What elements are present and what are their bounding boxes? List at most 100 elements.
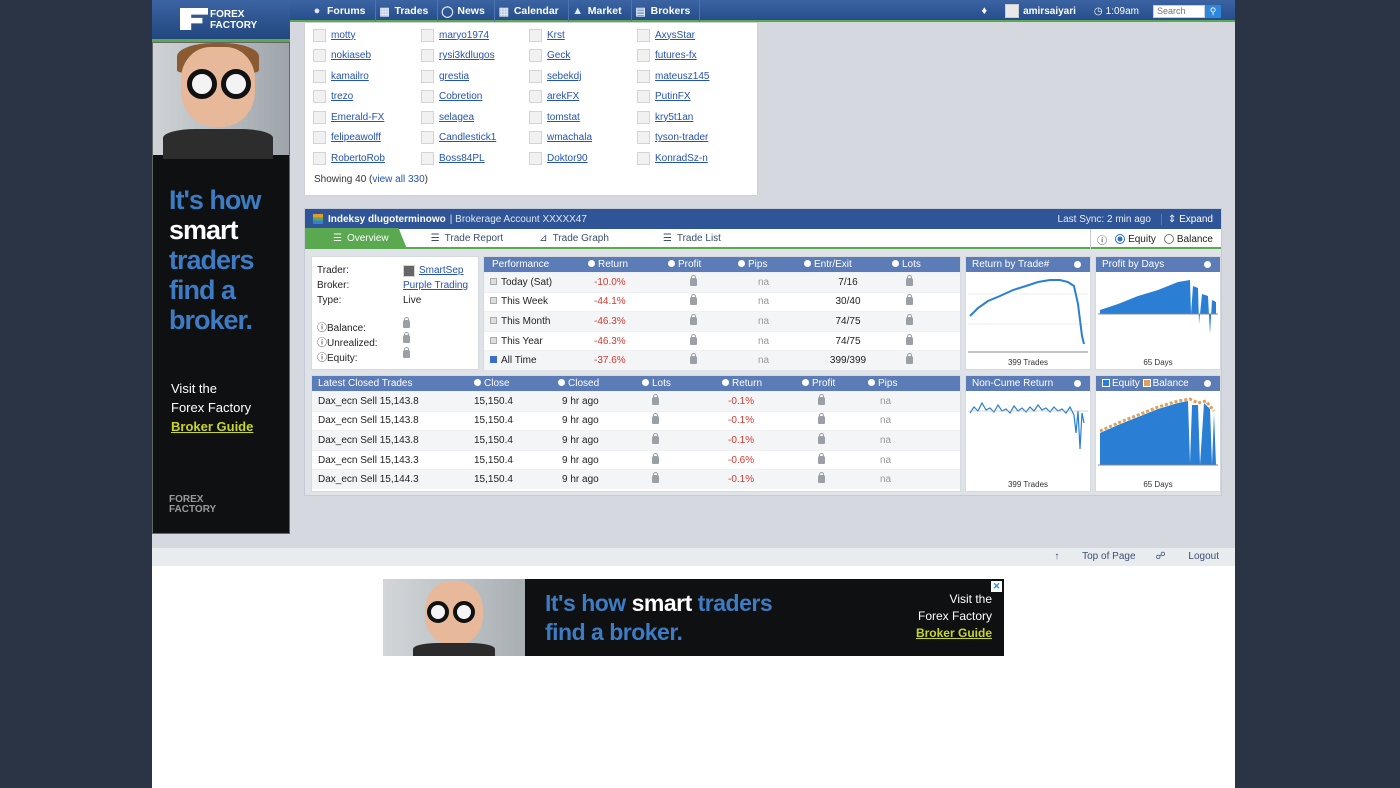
member-item[interactable]: felipeawolff	[313, 130, 421, 147]
member-link[interactable]: RobertoRob	[331, 153, 385, 164]
top-of-page-link[interactable]: ↑ Top of Page	[1054, 551, 1135, 562]
info-icon[interactable]: ⓘ	[317, 338, 327, 349]
member-link[interactable]: wmachala	[547, 132, 592, 143]
member-item[interactable]: selagea	[421, 109, 529, 126]
member-link[interactable]: tomstat	[547, 112, 580, 123]
info-icon[interactable]: ⓘ	[317, 323, 327, 334]
account-name[interactable]: Indeksy dlugoterminowo	[328, 214, 446, 225]
member-link[interactable]: maryo1974	[439, 30, 489, 41]
member-item[interactable]: wmachala	[529, 130, 637, 147]
side-ad[interactable]: It's how smart traders find a broker. Vi…	[152, 42, 290, 534]
info-icon[interactable]	[1204, 380, 1211, 387]
member-item[interactable]: Krst	[529, 27, 637, 44]
member-link[interactable]: nokiaseb	[331, 50, 371, 61]
trader-link[interactable]: SmartSep	[419, 265, 463, 277]
member-item[interactable]: Doktor90	[529, 150, 637, 167]
member-link[interactable]: Boss84PL	[439, 153, 485, 164]
view-all-link[interactable]: view all 330	[372, 174, 424, 185]
tab-trade-list[interactable]: ☰ Trade List	[663, 233, 721, 244]
member-item[interactable]: Candlestick1	[421, 130, 529, 147]
member-link[interactable]: KonradSz-n	[655, 153, 708, 164]
member-item[interactable]: kry5t1an	[637, 109, 745, 126]
return-by-trade-chart[interactable]: Return by Trade# 399 Trades	[965, 256, 1091, 370]
equity-balance-chart[interactable]: Equity Balance 65 Days	[1095, 375, 1221, 492]
checkbox[interactable]	[490, 297, 497, 305]
member-link[interactable]: PutinFX	[655, 91, 691, 102]
member-link[interactable]: Candlestick1	[439, 132, 496, 143]
member-item[interactable]: arekFX	[529, 89, 637, 106]
info-icon[interactable]	[1074, 380, 1081, 387]
member-link[interactable]: grestia	[439, 71, 469, 82]
member-link[interactable]: felipeawolff	[331, 132, 381, 143]
expand-button[interactable]: ⇕ Expand	[1160, 213, 1213, 225]
nav-forums[interactable]: ● Forums	[308, 0, 376, 22]
member-link[interactable]: trezo	[331, 91, 353, 102]
nav-brokers[interactable]: ▤ Brokers	[632, 0, 701, 22]
profit-by-days-chart[interactable]: Profit by Days 65 Days	[1095, 256, 1221, 370]
bell-icon[interactable]: ♦	[981, 5, 987, 17]
broker-guide-link[interactable]: Broker Guide	[916, 625, 992, 642]
member-link[interactable]: motty	[331, 30, 355, 41]
member-item[interactable]: motty	[313, 27, 421, 44]
member-item[interactable]: futures-fx	[637, 48, 745, 65]
member-link[interactable]: arekFX	[547, 91, 579, 102]
member-item[interactable]: tomstat	[529, 109, 637, 126]
member-link[interactable]: Geck	[547, 50, 570, 61]
member-item[interactable]: PutinFX	[637, 89, 745, 106]
member-item[interactable]: Emerald-FX	[313, 109, 421, 126]
nav-trades[interactable]: ▦ Trades	[376, 0, 439, 22]
member-link[interactable]: futures-fx	[655, 50, 697, 61]
member-link[interactable]: mateusz145	[655, 71, 709, 82]
info-icon[interactable]: ⓘ	[317, 353, 327, 364]
broker-guide-link[interactable]: Broker Guide	[171, 417, 253, 436]
tab-overview[interactable]: ☰ Overview	[305, 228, 407, 248]
member-link[interactable]: tyson-trader	[655, 132, 708, 143]
avatar[interactable]	[1005, 4, 1020, 18]
member-link[interactable]: Emerald-FX	[331, 112, 384, 123]
balance-radio[interactable]	[1163, 234, 1174, 244]
nav-market[interactable]: ▲ Market	[569, 0, 632, 22]
member-item[interactable]: Boss84PL	[421, 150, 529, 167]
member-link[interactable]: Krst	[547, 30, 565, 41]
member-link[interactable]: AxysStar	[655, 30, 695, 41]
member-item[interactable]: rysi3kdlugos	[421, 48, 529, 65]
member-item[interactable]: sebekdj	[529, 68, 637, 85]
member-item[interactable]: tyson-trader	[637, 130, 745, 147]
tab-trade-report[interactable]: ☰ Trade Report	[431, 233, 504, 244]
member-item[interactable]: RobertoRob	[313, 150, 421, 167]
member-link[interactable]: selagea	[439, 112, 474, 123]
equity-radio[interactable]	[1115, 234, 1126, 244]
member-item[interactable]: trezo	[313, 89, 421, 106]
member-item[interactable]: mateusz145	[637, 68, 745, 85]
member-item[interactable]: AxysStar	[637, 27, 745, 44]
checkbox[interactable]	[490, 356, 497, 364]
info-icon[interactable]	[1204, 261, 1211, 268]
tab-trade-graph[interactable]: ⊿ Trade Graph	[539, 233, 609, 244]
member-item[interactable]: maryo1974	[421, 27, 529, 44]
member-link[interactable]: Cobretion	[439, 91, 482, 102]
search-input[interactable]	[1153, 4, 1205, 18]
member-link[interactable]: kry5t1an	[655, 112, 693, 123]
close-icon[interactable]: ✕	[991, 581, 1002, 592]
member-item[interactable]: KonradSz-n	[637, 150, 745, 167]
nav-calendar[interactable]: ▦ Calendar	[495, 0, 569, 22]
member-item[interactable]: nokiaseb	[313, 48, 421, 65]
info-icon[interactable]	[1074, 261, 1081, 268]
info-icon[interactable]: ⓘ	[1097, 232, 1107, 247]
checkbox[interactable]	[490, 336, 497, 344]
member-link[interactable]: sebekdj	[547, 71, 581, 82]
member-item[interactable]: kamailro	[313, 68, 421, 85]
member-item[interactable]: Geck	[529, 48, 637, 65]
logout-link[interactable]: ☍ Logout	[1156, 551, 1220, 562]
bottom-ad[interactable]: It's how smart traders find a broker. Vi…	[383, 579, 1004, 656]
member-item[interactable]: Cobretion	[421, 89, 529, 106]
checkbox[interactable]	[490, 316, 497, 324]
non-cume-return-chart[interactable]: Non-Cume Return 399 Trades	[965, 375, 1091, 492]
member-link[interactable]: Doktor90	[547, 153, 588, 164]
broker-link[interactable]: Purple Trading	[403, 280, 468, 291]
member-link[interactable]: rysi3kdlugos	[439, 50, 495, 61]
logo[interactable]: FOREX FACTORY	[152, 0, 290, 42]
member-link[interactable]: kamailro	[331, 71, 369, 82]
nav-news[interactable]: ◯ News	[438, 0, 495, 22]
checkbox[interactable]	[490, 277, 497, 285]
